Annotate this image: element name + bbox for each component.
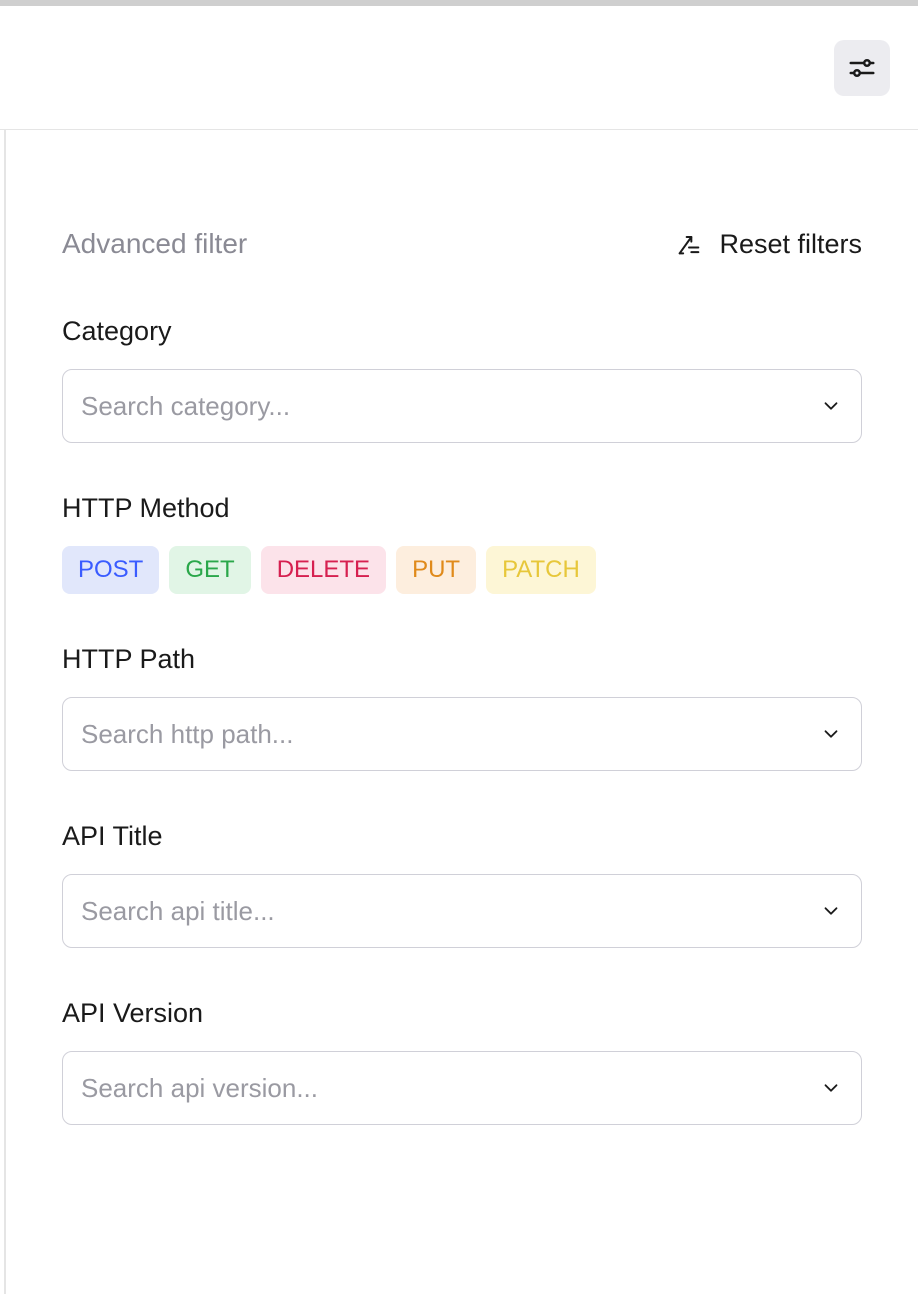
reset-filters-button[interactable]: Reset filters (675, 229, 862, 260)
content: Advanced filter Reset filters Category H… (4, 130, 918, 1294)
api-version-label: API Version (62, 998, 862, 1029)
http-method-options: POST GET DELETE PUT PATCH (62, 546, 862, 594)
http-path-label: HTTP Path (62, 644, 862, 675)
method-chip-delete[interactable]: DELETE (261, 546, 386, 594)
category-label: Category (62, 316, 862, 347)
api-title-select[interactable] (62, 874, 862, 948)
http-path-field-group: HTTP Path (62, 644, 862, 771)
http-path-input[interactable] (62, 697, 862, 771)
http-method-label: HTTP Method (62, 493, 862, 524)
sliders-icon (847, 53, 877, 83)
reset-label: Reset filters (719, 229, 862, 260)
header-row: Advanced filter Reset filters (62, 228, 862, 260)
reset-icon (675, 230, 703, 258)
page-title: Advanced filter (62, 228, 247, 260)
method-chip-patch[interactable]: PATCH (486, 546, 596, 594)
api-title-field-group: API Title (62, 821, 862, 948)
http-method-field-group: HTTP Method POST GET DELETE PUT PATCH (62, 493, 862, 594)
method-chip-get[interactable]: GET (169, 546, 250, 594)
http-path-select[interactable] (62, 697, 862, 771)
api-title-label: API Title (62, 821, 862, 852)
api-version-field-group: API Version (62, 998, 862, 1125)
category-input[interactable] (62, 369, 862, 443)
method-chip-post[interactable]: POST (62, 546, 159, 594)
api-version-select[interactable] (62, 1051, 862, 1125)
api-title-input[interactable] (62, 874, 862, 948)
topbar (0, 0, 918, 130)
category-field-group: Category (62, 316, 862, 443)
settings-button[interactable] (834, 40, 890, 96)
method-chip-put[interactable]: PUT (396, 546, 476, 594)
category-select[interactable] (62, 369, 862, 443)
api-version-input[interactable] (62, 1051, 862, 1125)
